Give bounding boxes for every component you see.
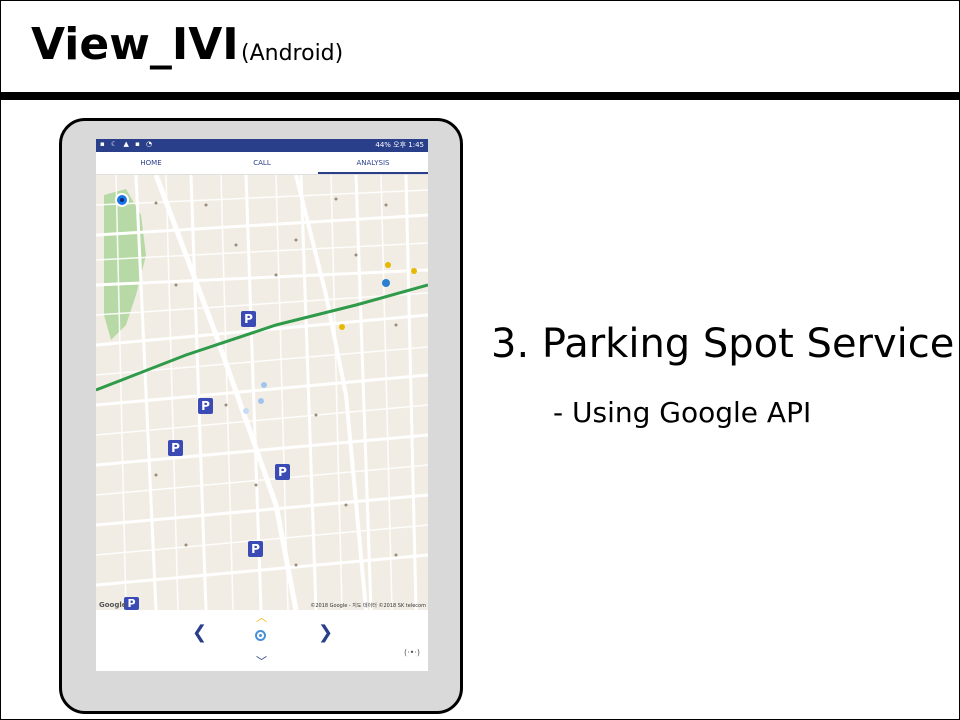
slide-title: View_IVI bbox=[31, 19, 239, 70]
cast-icon[interactable]: (·•·) bbox=[404, 648, 420, 657]
status-clock: 44% 오후 1:45 bbox=[375, 141, 424, 149]
tab-analysis[interactable]: ANALYSIS bbox=[318, 152, 428, 174]
tab-bar: HOME CALL ANALYSIS bbox=[96, 152, 428, 175]
slide-subtitle: (Android) bbox=[241, 41, 344, 66]
chevron-right-icon[interactable]: ❯ bbox=[318, 622, 333, 643]
section-heading: 3. Parking Spot Service bbox=[491, 321, 955, 367]
parking-marker[interactable]: P bbox=[168, 440, 183, 456]
tab-home[interactable]: HOME bbox=[96, 152, 206, 174]
chevron-down-icon[interactable]: ﹀ bbox=[256, 653, 267, 669]
notification-icons: ▪ ☾ ▲ ▪ ◔ bbox=[100, 140, 155, 148]
section-subline: - Using Google API bbox=[553, 396, 812, 429]
app-screen: ▪ ☾ ▲ ▪ ◔ 44% 오후 1:45 HOME CALL ANALYSIS bbox=[96, 139, 428, 671]
map-view[interactable]: P P P P P P Google ©2018 Google - 지도 데이터… bbox=[96, 174, 428, 611]
my-location-icon[interactable] bbox=[255, 630, 266, 641]
status-bar: ▪ ☾ ▲ ▪ ◔ 44% 오후 1:45 bbox=[96, 139, 428, 152]
title-bar: View_IVI (Android) bbox=[1, 1, 959, 93]
slide: View_IVI (Android) ▪ ☾ ▲ ▪ ◔ 44% 오후 1:45… bbox=[0, 0, 960, 720]
parking-marker[interactable]: P bbox=[241, 311, 256, 327]
map-attribution: ©2018 Google - 지도 데이터 ©2018 SK telecom bbox=[310, 603, 426, 609]
parking-marker[interactable]: P bbox=[248, 541, 263, 557]
tablet-frame: ▪ ☾ ▲ ▪ ◔ 44% 오후 1:45 HOME CALL ANALYSIS bbox=[59, 118, 463, 714]
chevron-left-icon[interactable]: ❮ bbox=[192, 622, 207, 643]
title-divider bbox=[1, 92, 959, 100]
map-controls: ︿ ❮ ❯ ﹀ (·•·) bbox=[96, 610, 428, 671]
chevron-up-icon[interactable]: ︿ bbox=[256, 609, 267, 625]
tab-call[interactable]: CALL bbox=[207, 152, 317, 174]
parking-marker[interactable]: P bbox=[198, 398, 213, 414]
parking-marker[interactable]: P bbox=[275, 464, 290, 480]
google-logo: Google bbox=[99, 601, 127, 609]
